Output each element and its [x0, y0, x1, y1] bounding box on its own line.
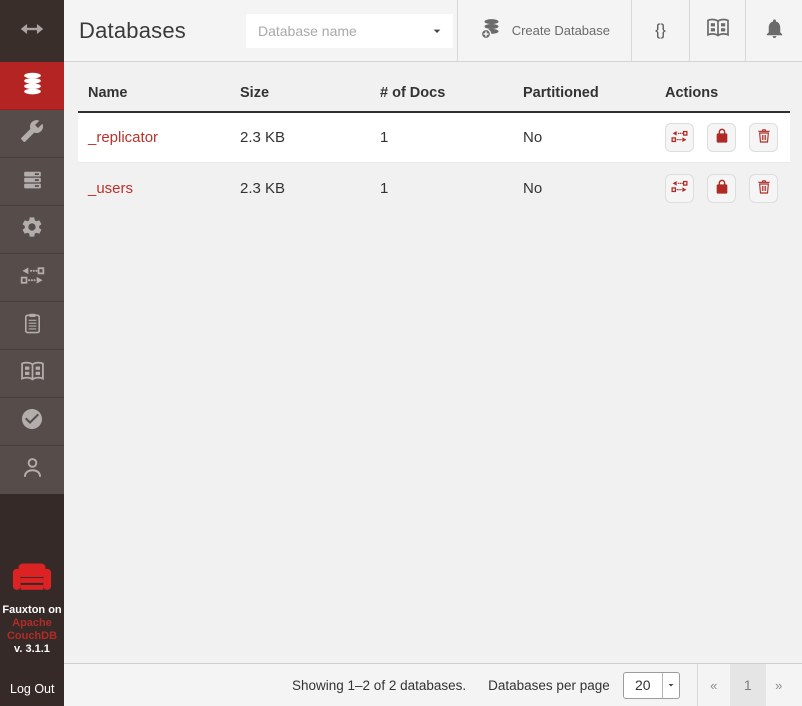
- per-page-select[interactable]: 20: [623, 672, 680, 699]
- database-link-replicator[interactable]: _replicator: [88, 129, 158, 146]
- clipboard-icon: [21, 312, 44, 340]
- sidebar-item-account[interactable]: [0, 446, 64, 494]
- cell-docs: 1: [370, 129, 513, 146]
- set-permissions-button[interactable]: [707, 174, 736, 203]
- sidebar-item-databases[interactable]: [0, 62, 64, 110]
- sidebar-item-collapse-menu[interactable]: [0, 0, 64, 62]
- content-area: Name Size # of Docs Partitioned Actions …: [64, 62, 802, 663]
- create-database-label: Create Database: [512, 23, 610, 38]
- column-header-name: Name: [78, 85, 230, 101]
- sidebar-item-setup[interactable]: [0, 110, 64, 158]
- databases-table: Name Size # of Docs Partitioned Actions …: [78, 75, 790, 213]
- sidebar-item-documentation[interactable]: [0, 350, 64, 398]
- per-page-label: Databases per page: [488, 678, 610, 693]
- sidebar-item-replication[interactable]: [0, 254, 64, 302]
- replicate-database-button[interactable]: [665, 174, 694, 203]
- page-title: Databases: [64, 18, 186, 44]
- cell-docs: 1: [370, 180, 513, 197]
- cell-size: 2.3 KB: [230, 129, 370, 146]
- table-row: _replicator 2.3 KB 1 No: [78, 113, 790, 163]
- delete-database-button[interactable]: [749, 174, 778, 203]
- fauxton-app: Fauxton on Apache CouchDB v. 3.1.1 Log O…: [0, 0, 802, 706]
- column-header-size: Size: [230, 85, 370, 101]
- trash-icon: [756, 179, 772, 198]
- sidebar-item-configuration[interactable]: [0, 206, 64, 254]
- wrench-icon: [20, 119, 44, 148]
- cell-size: 2.3 KB: [230, 180, 370, 197]
- database-link-users[interactable]: _users: [88, 180, 133, 197]
- database-icon: [20, 71, 45, 101]
- sidebar-footer: Fauxton on Apache CouchDB v. 3.1.1 Log O…: [0, 562, 64, 706]
- column-header-docs: # of Docs: [370, 85, 513, 101]
- logout-link[interactable]: Log Out: [0, 682, 64, 706]
- create-database-button[interactable]: Create Database: [457, 0, 631, 61]
- footer-bar: Showing 1–2 of 2 databases. Databases pe…: [64, 663, 802, 706]
- trash-icon: [756, 128, 772, 147]
- showing-summary: Showing 1–2 of 2 databases.: [292, 678, 466, 693]
- lock-icon: [714, 128, 730, 147]
- delete-database-button[interactable]: [749, 123, 778, 152]
- sidebar-item-verify[interactable]: [0, 398, 64, 446]
- caret-down-icon[interactable]: [429, 23, 445, 39]
- sidebar-nav: [0, 62, 64, 494]
- gear-icon: [20, 215, 44, 244]
- json-api-button[interactable]: {}: [631, 0, 689, 61]
- double-arrow-icon: [19, 16, 45, 47]
- database-add-icon: [479, 17, 503, 44]
- caret-down-icon: [662, 673, 679, 698]
- notifications-button[interactable]: [745, 0, 802, 61]
- main-area: Databases Create Database {}: [64, 0, 802, 706]
- sidebar: Fauxton on Apache CouchDB v. 3.1.1 Log O…: [0, 0, 64, 706]
- couchdb-logo: Fauxton on Apache CouchDB v. 3.1.1: [0, 562, 64, 656]
- logo-line-3: CouchDB: [0, 630, 64, 643]
- row-actions: [655, 174, 790, 203]
- person-icon: [20, 455, 45, 485]
- database-name-combobox[interactable]: [246, 14, 453, 48]
- cell-partitioned: No: [513, 129, 655, 146]
- documentation-button[interactable]: [689, 0, 745, 61]
- sidebar-item-active-tasks[interactable]: [0, 158, 64, 206]
- set-permissions-button[interactable]: [707, 123, 736, 152]
- logo-line-2: Apache: [0, 617, 64, 630]
- cell-partitioned: No: [513, 180, 655, 197]
- replicate-icon: [671, 178, 688, 198]
- sidebar-item-documents[interactable]: [0, 302, 64, 350]
- column-header-actions: Actions: [655, 85, 790, 101]
- open-book-icon: [706, 16, 730, 45]
- server-stack-icon: [20, 167, 45, 197]
- per-page-value: 20: [624, 673, 662, 698]
- table-header-row: Name Size # of Docs Partitioned Actions: [78, 75, 790, 113]
- logo-line-1: Fauxton on: [0, 604, 64, 617]
- database-name-input[interactable]: [258, 23, 429, 39]
- lock-icon: [714, 179, 730, 198]
- table-row: _users 2.3 KB 1 No: [78, 163, 790, 213]
- pagination-next[interactable]: »: [766, 678, 792, 693]
- column-header-partitioned: Partitioned: [513, 85, 655, 101]
- replicate-icon: [671, 128, 688, 148]
- pagination-page-1[interactable]: 1: [730, 664, 766, 706]
- row-actions: [655, 123, 790, 152]
- replication-icon: [20, 263, 45, 293]
- bell-icon: [763, 17, 786, 45]
- topbar: Databases Create Database {}: [64, 0, 802, 62]
- pagination-prev[interactable]: «: [698, 678, 730, 693]
- open-book-icon: [20, 359, 45, 389]
- replicate-database-button[interactable]: [665, 123, 694, 152]
- logo-line-4: v. 3.1.1: [0, 643, 64, 656]
- couch-icon: [12, 562, 52, 594]
- json-braces-icon: {}: [655, 22, 666, 40]
- check-circle-icon: [20, 407, 44, 436]
